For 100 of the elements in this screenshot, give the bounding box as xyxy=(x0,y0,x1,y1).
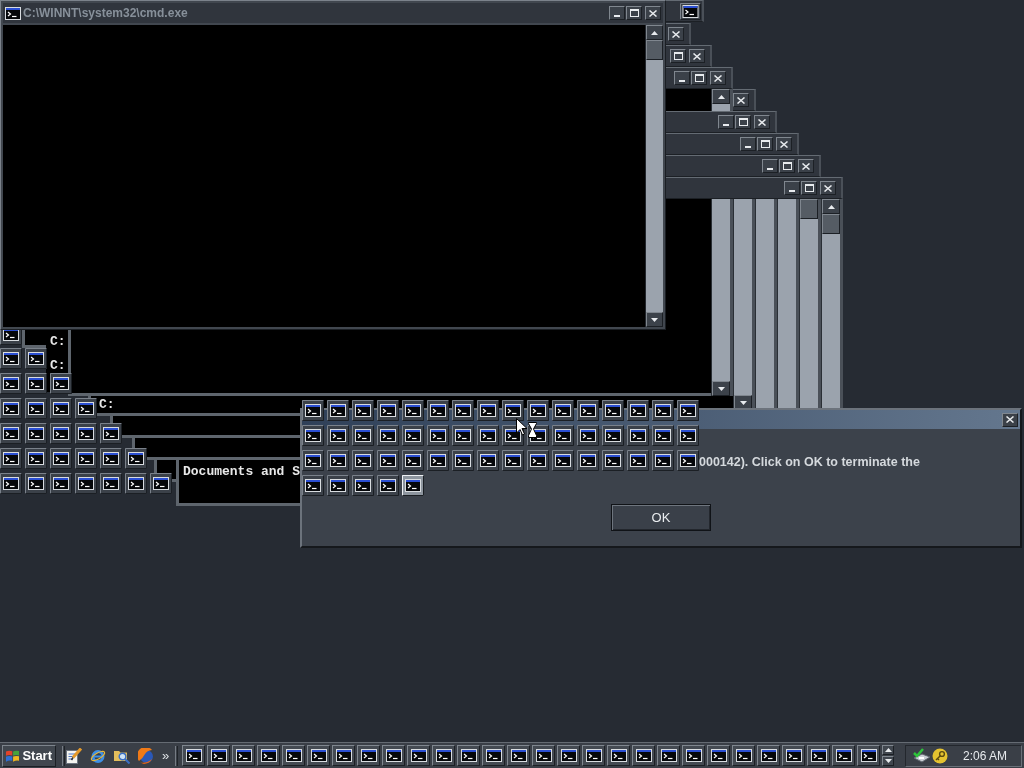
terminal-icon xyxy=(25,448,47,469)
taskbar-button[interactable] xyxy=(707,745,731,766)
scroll-down-button[interactable] xyxy=(882,756,895,766)
maximize-button[interactable] xyxy=(691,71,707,85)
terminal-icon xyxy=(327,425,349,446)
taskbar-button[interactable] xyxy=(207,745,231,766)
terminal-icon xyxy=(75,423,97,444)
close-icon xyxy=(758,118,766,126)
scroll-up-button[interactable] xyxy=(646,25,663,40)
close-button[interactable] xyxy=(710,71,726,85)
terminal-icon xyxy=(335,749,352,762)
taskbar-button[interactable] xyxy=(332,745,356,766)
maximize-button[interactable] xyxy=(670,49,686,63)
taskbar-button[interactable] xyxy=(632,745,656,766)
scrollbar[interactable] xyxy=(711,89,733,111)
maximize-button[interactable] xyxy=(626,6,642,20)
scroll-down-button[interactable] xyxy=(646,312,663,327)
scrollbar[interactable] xyxy=(733,199,755,410)
taskbar-button[interactable] xyxy=(857,745,881,766)
taskbar-button[interactable] xyxy=(682,745,706,766)
scroll-up-button[interactable] xyxy=(822,199,840,214)
minimize-button[interactable] xyxy=(740,137,756,151)
taskbar-button[interactable] xyxy=(257,745,281,766)
taskbar-button[interactable] xyxy=(782,745,806,766)
close-button[interactable] xyxy=(776,137,792,151)
taskbar-button[interactable] xyxy=(482,745,506,766)
terminal-icon xyxy=(685,749,702,762)
terminal-icon xyxy=(660,749,677,762)
close-icon xyxy=(714,74,722,82)
close-button[interactable] xyxy=(689,49,705,63)
taskbar-button[interactable] xyxy=(532,745,556,766)
terminal-icon xyxy=(577,425,599,446)
taskbar-button[interactable] xyxy=(432,745,456,766)
terminal-icon xyxy=(677,425,699,446)
key-icon[interactable] xyxy=(932,747,948,764)
taskbar-button[interactable] xyxy=(732,745,756,766)
taskbar-button[interactable] xyxy=(507,745,531,766)
ok-button[interactable]: OK xyxy=(611,504,711,531)
maximize-button[interactable] xyxy=(757,137,773,151)
start-button[interactable]: Start xyxy=(2,744,56,767)
taskbar-button[interactable] xyxy=(307,745,331,766)
taskbar-button[interactable] xyxy=(607,745,631,766)
scrollbar[interactable] xyxy=(711,199,733,396)
close-button[interactable] xyxy=(754,115,770,129)
minimize-button[interactable] xyxy=(762,159,778,173)
minimize-button[interactable] xyxy=(784,181,800,195)
scrollbar[interactable] xyxy=(777,199,799,408)
taskbar-button[interactable] xyxy=(382,745,406,766)
orbit-globe-icon[interactable] xyxy=(90,747,106,764)
taskbar-button[interactable] xyxy=(832,745,856,766)
minimize-button[interactable] xyxy=(718,115,734,129)
scroll-up-button[interactable] xyxy=(882,745,895,755)
terminal-icon xyxy=(285,749,302,762)
taskbar-button[interactable] xyxy=(657,745,681,766)
down-arrow-icon xyxy=(717,386,725,391)
terminal-icon xyxy=(125,448,147,469)
scroll-thumb[interactable] xyxy=(646,40,663,60)
taskbar-button[interactable] xyxy=(182,745,206,766)
scrollbar[interactable] xyxy=(645,25,663,327)
close-button[interactable] xyxy=(645,6,661,20)
taskbar-button[interactable] xyxy=(807,745,831,766)
scrollbar[interactable] xyxy=(799,199,821,408)
taskbar-button[interactable] xyxy=(757,745,781,766)
scroll-up-button[interactable] xyxy=(712,89,730,104)
taskbar-button[interactable] xyxy=(282,745,306,766)
maximize-button[interactable] xyxy=(801,181,817,195)
terminal-icon xyxy=(100,423,122,444)
minimize-button[interactable] xyxy=(609,6,625,20)
taskbar-button[interactable] xyxy=(582,745,606,766)
close-button[interactable] xyxy=(798,159,814,173)
terminal-icon xyxy=(602,450,624,471)
maximize-button[interactable] xyxy=(779,159,795,173)
more-button[interactable]: » xyxy=(162,748,170,763)
close-button[interactable] xyxy=(1002,412,1018,427)
fox-globe-icon[interactable] xyxy=(138,747,154,764)
console-text: C: xyxy=(50,333,66,351)
maximize-button[interactable] xyxy=(735,115,751,129)
taskbar-button[interactable] xyxy=(457,745,481,766)
terminal-icon xyxy=(385,749,402,762)
scroll-down-button[interactable] xyxy=(712,381,730,396)
terminal-icon xyxy=(560,749,577,762)
taskbar-button[interactable] xyxy=(232,745,256,766)
scrollbar[interactable] xyxy=(755,199,777,408)
minimize-button[interactable] xyxy=(674,71,690,85)
close-button[interactable] xyxy=(733,93,749,107)
scrollbar[interactable] xyxy=(821,199,843,408)
scroll-thumb[interactable] xyxy=(822,214,840,234)
taskbar-button[interactable] xyxy=(557,745,581,766)
document-pencil-icon[interactable] xyxy=(66,747,82,764)
terminal-icon xyxy=(100,448,122,469)
scroll-thumb[interactable] xyxy=(800,199,818,219)
minimize-icon xyxy=(789,190,795,192)
taskbar-button[interactable] xyxy=(407,745,431,766)
close-button[interactable] xyxy=(668,27,684,41)
minimize-icon xyxy=(767,168,773,170)
maximize-icon xyxy=(738,118,748,126)
taskbar-button[interactable] xyxy=(357,745,381,766)
close-button[interactable] xyxy=(820,181,836,195)
computer-check-icon[interactable] xyxy=(913,747,930,764)
flag-icon xyxy=(6,748,20,763)
